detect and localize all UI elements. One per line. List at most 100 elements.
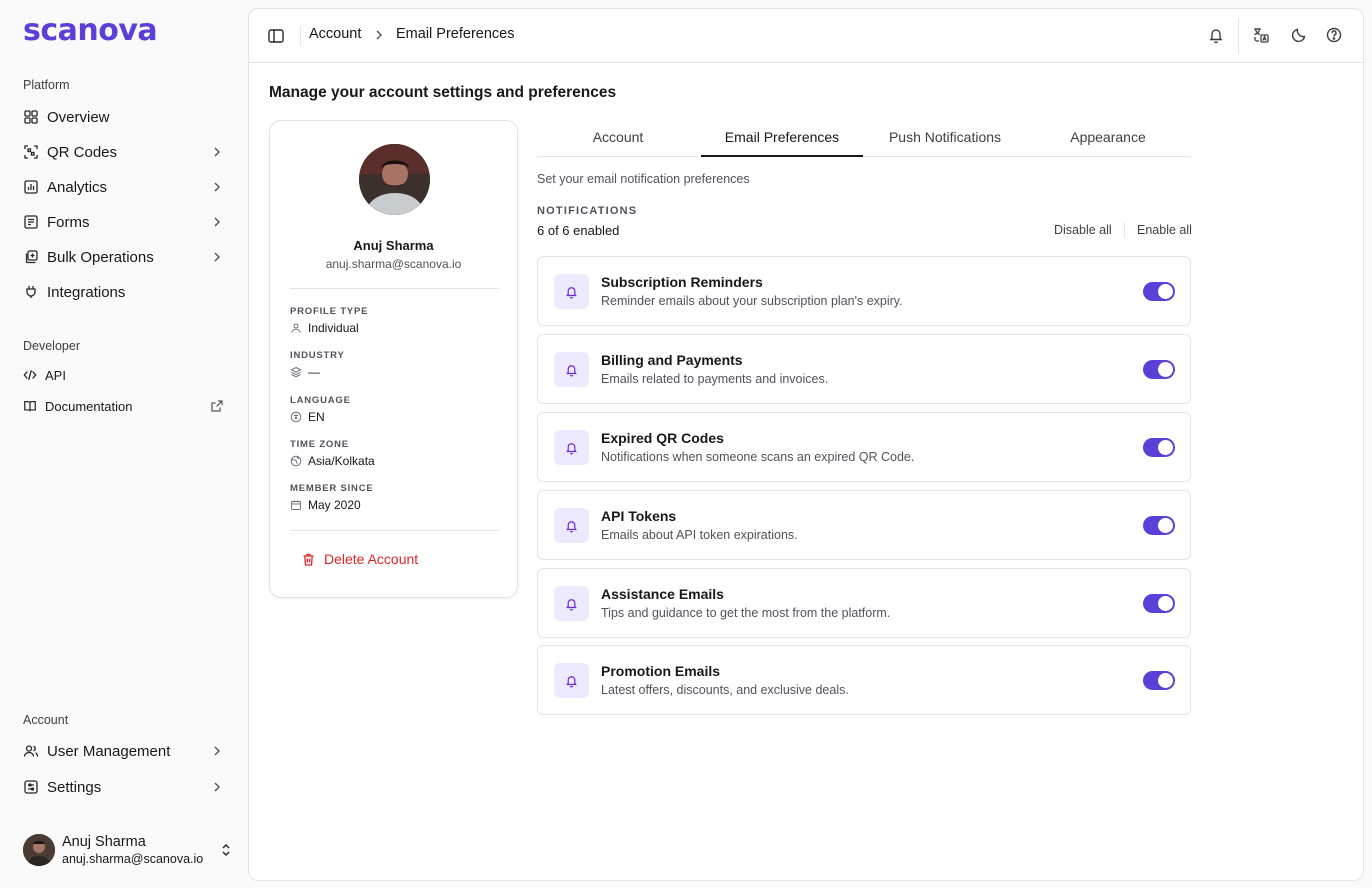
bell-icon bbox=[566, 287, 577, 299]
pref-card-subscription-reminders: Subscription Reminders Reminder emails a… bbox=[537, 256, 1191, 326]
globe-icon bbox=[290, 455, 302, 467]
sidebar-toggle-icon[interactable] bbox=[267, 27, 285, 45]
field-value-text: — bbox=[308, 365, 320, 379]
chevron-right-icon bbox=[214, 217, 220, 227]
pref-title: API Tokens bbox=[601, 508, 677, 524]
chevron-right-icon bbox=[376, 30, 382, 40]
field-value-text: Asia/Kolkata bbox=[308, 454, 375, 468]
topbar: Account Email Preferences bbox=[249, 9, 1363, 63]
field-label-industry: INDUSTRY bbox=[290, 350, 345, 361]
tab-appearance[interactable]: Appearance bbox=[1027, 120, 1189, 157]
chevron-right-icon bbox=[214, 782, 220, 792]
calendar-icon bbox=[291, 500, 301, 510]
chevron-right-icon bbox=[214, 252, 220, 262]
enabled-count: 6 of 6 enabled bbox=[537, 223, 620, 238]
translate-icon[interactable] bbox=[1252, 26, 1270, 44]
sidebar-item-label: Integrations bbox=[47, 283, 126, 301]
disable-all-button[interactable]: Disable all bbox=[1054, 223, 1112, 237]
pref-toggle[interactable] bbox=[1143, 360, 1175, 379]
field-value-member-since: May 2020 bbox=[290, 498, 361, 512]
sidebar-item-label: API bbox=[45, 367, 66, 383]
pref-title: Assistance Emails bbox=[601, 586, 724, 602]
layers-icon bbox=[290, 366, 302, 378]
developer-group-label: Developer bbox=[23, 339, 80, 353]
sidebar-item-label: Bulk Operations bbox=[47, 248, 154, 266]
pref-icon-box bbox=[554, 508, 589, 543]
divider bbox=[290, 530, 499, 531]
sidebar-item-label: Settings bbox=[47, 778, 102, 796]
profile-email: anuj.sharma@scanova.io bbox=[325, 257, 462, 271]
bell-icon bbox=[566, 443, 577, 455]
profile-card: Anuj Sharma anuj.sharma@scanova.io PROFI… bbox=[269, 120, 518, 598]
pref-description: Reminder emails about your subscription … bbox=[601, 294, 903, 308]
stack-icon bbox=[25, 250, 38, 264]
sidebar-item-documentation[interactable]: Documentation bbox=[16, 390, 232, 422]
pref-toggle[interactable] bbox=[1143, 438, 1175, 457]
pref-title: Expired QR Codes bbox=[601, 430, 724, 446]
pref-toggle[interactable] bbox=[1143, 516, 1175, 535]
enable-all-button[interactable]: Enable all bbox=[1137, 223, 1192, 237]
sidebar-item-analytics[interactable]: Analytics bbox=[16, 171, 232, 203]
grid-icon bbox=[24, 110, 38, 124]
delete-account-label: Delete Account bbox=[324, 551, 419, 567]
field-label-profile-type: PROFILE TYPE bbox=[290, 306, 369, 317]
users-icon bbox=[23, 745, 39, 757]
pref-card-promotion-emails: Promotion Emails Latest offers, discount… bbox=[537, 645, 1191, 715]
profile-name: Anuj Sharma bbox=[353, 238, 434, 253]
pref-toggle[interactable] bbox=[1143, 594, 1175, 613]
field-value-text: EN bbox=[308, 410, 325, 424]
sidebar-item-forms[interactable]: Forms bbox=[16, 206, 232, 238]
sidebar-item-settings[interactable]: Settings bbox=[16, 771, 232, 803]
pref-description: Emails about API token expirations. bbox=[601, 528, 798, 542]
pref-icon-box bbox=[554, 430, 589, 465]
notifications-label: NOTIFICATIONS bbox=[537, 205, 638, 217]
sidebar-item-label: Overview bbox=[47, 108, 110, 126]
field-label-language: LANGUAGE bbox=[290, 395, 351, 406]
field-value-industry: — bbox=[290, 365, 320, 379]
brand-logo[interactable]: scanova bbox=[23, 16, 173, 48]
toggle-knob bbox=[1158, 673, 1173, 688]
profile-avatar bbox=[359, 144, 430, 215]
external-link-icon bbox=[211, 400, 223, 412]
pref-title: Billing and Payments bbox=[601, 352, 743, 368]
chevron-right-icon bbox=[214, 147, 220, 157]
sidebar-item-user-management[interactable]: User Management bbox=[16, 735, 232, 767]
toggle-knob bbox=[1158, 440, 1173, 455]
pref-card-assistance-emails: Assistance Emails Tips and guidance to g… bbox=[537, 568, 1191, 638]
sidebar-item-overview[interactable]: Overview bbox=[16, 101, 232, 133]
pref-description: Latest offers, discounts, and exclusive … bbox=[601, 683, 849, 697]
sidebar-item-qr-codes[interactable]: QR Codes bbox=[16, 136, 232, 168]
pref-icon-box bbox=[554, 274, 589, 309]
pref-icon-box bbox=[554, 586, 589, 621]
tab-account[interactable]: Account bbox=[537, 120, 699, 157]
help-icon[interactable] bbox=[1325, 26, 1343, 44]
settings-tabs: Account Email Preferences Push Notificat… bbox=[537, 120, 1191, 157]
sidebar-item-bulk-operations[interactable]: Bulk Operations bbox=[16, 241, 232, 273]
bell-icon[interactable] bbox=[1207, 26, 1225, 44]
tab-email-preferences[interactable]: Email Preferences bbox=[701, 120, 863, 157]
pref-toggle[interactable] bbox=[1143, 671, 1175, 690]
user-name: Anuj Sharma bbox=[62, 833, 146, 850]
pref-description: Emails related to payments and invoices. bbox=[601, 372, 829, 386]
sidebar-item-api[interactable]: API bbox=[16, 359, 232, 391]
field-value-text: Individual bbox=[308, 321, 359, 335]
book-icon bbox=[24, 401, 36, 412]
moon-icon[interactable] bbox=[1290, 26, 1308, 44]
breadcrumb-account[interactable]: Account bbox=[309, 26, 361, 42]
sidebar-item-label: User Management bbox=[47, 742, 171, 760]
divider bbox=[1238, 18, 1239, 54]
plug-icon bbox=[26, 286, 36, 298]
section-subtitle: Set your email notification preferences bbox=[537, 172, 750, 186]
pref-toggle[interactable] bbox=[1143, 282, 1175, 301]
chevron-right-icon bbox=[214, 746, 220, 756]
pref-card-billing-and-payments: Billing and Payments Emails related to p… bbox=[537, 334, 1191, 404]
form-icon bbox=[24, 215, 38, 229]
sidebar-item-integrations[interactable]: Integrations bbox=[16, 276, 232, 308]
code-icon bbox=[23, 370, 37, 380]
user-email: anuj.sharma@scanova.io bbox=[62, 851, 204, 866]
tab-push-notifications[interactable]: Push Notifications bbox=[864, 120, 1026, 157]
delete-account-button[interactable]: Delete Account bbox=[301, 551, 418, 567]
sidebar-item-label: QR Codes bbox=[47, 143, 118, 161]
user-switcher[interactable]: Anuj Sharma anuj.sharma@scanova.io bbox=[23, 832, 233, 868]
bell-icon bbox=[566, 521, 577, 533]
